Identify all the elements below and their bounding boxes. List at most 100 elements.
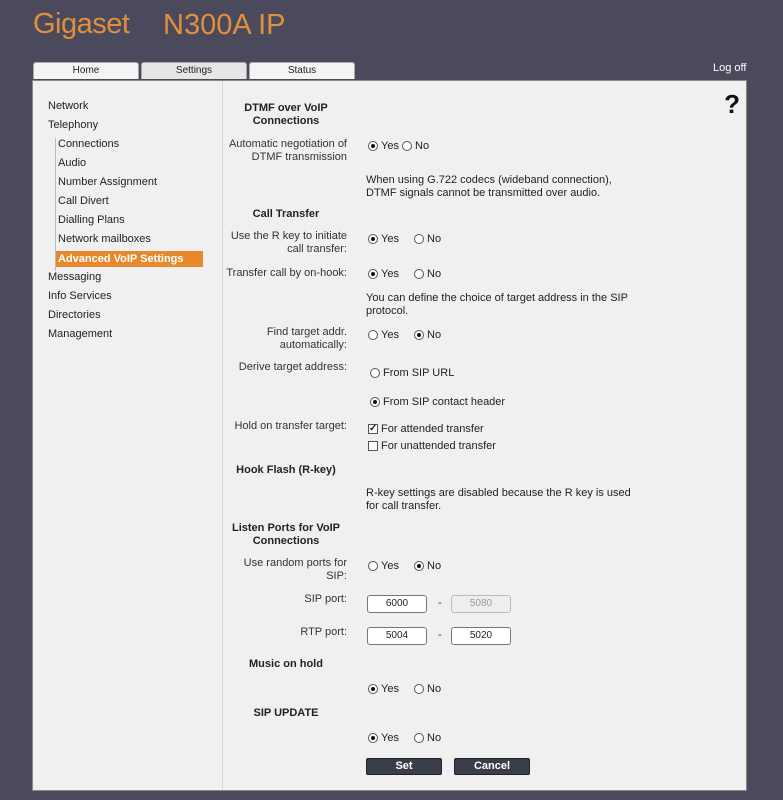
dtmf-note: When using G.722 codecs (wideband connec… <box>366 174 636 200</box>
call-transfer-note: You can define the choice of target addr… <box>366 292 636 318</box>
label-on-hook: Transfer call by on-hook: <box>226 267 347 279</box>
radio-random-ports-no[interactable]: No <box>414 560 441 572</box>
sidebar-subitem-label: Advanced VoIP Settings <box>56 251 203 267</box>
option-label: No <box>427 560 442 572</box>
label-find-target: Find target addr. automatically: <box>223 326 347 352</box>
brand-name: Gigaset <box>33 8 130 40</box>
radio-dtmf-yes[interactable]: Yes <box>368 140 399 152</box>
label-sip-port: SIP port: <box>304 593 347 605</box>
label-line: Use random ports for <box>243 557 347 569</box>
option-label: Yes <box>381 732 399 744</box>
checkbox-attended-transfer[interactable]: ✓ For attended transfer <box>368 423 484 435</box>
label-line: Find target addr. <box>266 326 347 338</box>
radio-selected-icon <box>368 684 378 694</box>
section-title-line: Listen Ports for VoIP <box>232 522 340 534</box>
radio-selected-icon <box>370 397 380 407</box>
sidebar-item-messaging[interactable]: Messaging <box>48 271 101 283</box>
radio-selected-icon <box>368 141 378 151</box>
sidebar-subitem-number-assignment[interactable]: Number Assignment <box>55 176 205 195</box>
radio-r-key-yes[interactable]: Yes <box>368 233 399 245</box>
section-title-line: Connections <box>252 535 320 547</box>
tab-settings[interactable]: Settings <box>141 62 247 79</box>
label-r-key: Use the R key to initiate call transfer: <box>223 230 347 256</box>
label-hold-transfer: Hold on transfer target: <box>234 420 347 432</box>
sip-port-to-input[interactable] <box>451 595 511 613</box>
sidebar-subitem-dialling-plans[interactable]: Dialling Plans <box>55 214 205 233</box>
radio-selected-icon <box>368 733 378 743</box>
section-title-sip-update: SIP UPDATE <box>253 707 319 719</box>
option-label: Yes <box>381 233 399 245</box>
option-label: Yes <box>381 140 399 152</box>
section-title-line: DTMF over VoIP <box>244 102 328 114</box>
sidebar: Network Telephony Connections Audio Numb… <box>33 81 223 790</box>
label-line: DTMF transmission <box>251 151 347 163</box>
radio-selected-icon <box>368 234 378 244</box>
sidebar-item-info-services[interactable]: Info Services <box>48 290 112 302</box>
radio-selected-icon <box>414 330 424 340</box>
note-line: R-key settings are disabled because the … <box>366 487 631 499</box>
label-line: call transfer: <box>287 243 347 255</box>
option-label: For attended transfer <box>381 423 484 435</box>
set-button[interactable]: Set <box>366 758 442 775</box>
sidebar-subitem-network-mailboxes[interactable]: Network mailboxes <box>55 233 205 252</box>
note-line: protocol. <box>366 305 409 317</box>
note-line: DTMF signals cannot be transmitted over … <box>366 187 601 199</box>
radio-icon <box>402 141 412 151</box>
option-label: For unattended transfer <box>381 440 496 452</box>
tab-home[interactable]: Home <box>33 62 139 79</box>
radio-from-sip-url[interactable]: From SIP URL <box>370 367 454 379</box>
section-title-music-on-hold: Music on hold <box>249 658 323 670</box>
label-line: Automatic negotiation of <box>228 138 347 150</box>
radio-sip-update-yes[interactable]: Yes <box>368 732 399 744</box>
radio-find-target-no[interactable]: No <box>414 329 441 341</box>
sidebar-subitem-call-divert[interactable]: Call Divert <box>55 195 205 214</box>
sidebar-item-telephony[interactable]: Telephony <box>48 119 98 131</box>
tab-status[interactable]: Status <box>249 62 355 79</box>
radio-dtmf-no[interactable]: No <box>402 140 429 152</box>
cancel-button[interactable]: Cancel <box>454 758 530 775</box>
radio-r-key-no[interactable]: No <box>414 233 441 245</box>
model-name: N300A IP <box>163 9 286 41</box>
note-line: You can define the choice of target addr… <box>366 292 628 304</box>
radio-on-hook-yes[interactable]: Yes <box>368 268 399 280</box>
option-label: No <box>427 233 442 245</box>
label-rtp-port: RTP port: <box>300 626 347 638</box>
port-range-dash: - <box>438 597 442 609</box>
sidebar-subitem-connections[interactable]: Connections <box>55 138 205 157</box>
sip-port-from-input[interactable] <box>367 595 427 613</box>
section-title-line: Connections <box>252 115 320 127</box>
radio-icon <box>368 330 378 340</box>
label-line: Use the R key to initiate <box>230 230 347 242</box>
radio-icon <box>368 561 378 571</box>
option-label: Yes <box>381 683 399 695</box>
option-label: No <box>427 683 442 695</box>
section-title-hook-flash: Hook Flash (R-key) <box>236 464 336 476</box>
main-panel: ? Network Telephony Connections Audio Nu… <box>32 80 747 791</box>
sidebar-item-directories[interactable]: Directories <box>48 309 101 321</box>
label-random-ports: Use random ports for SIP: <box>223 557 347 583</box>
logoff-link[interactable]: Log off <box>713 62 746 74</box>
radio-random-ports-yes[interactable]: Yes <box>368 560 399 572</box>
section-title-listen-ports: Listen Ports for VoIP Connections <box>223 522 349 548</box>
radio-on-hook-no[interactable]: No <box>414 268 441 280</box>
label-derive-target: Derive target address: <box>238 361 347 373</box>
sidebar-item-network[interactable]: Network <box>48 100 88 112</box>
option-label: No <box>415 140 430 152</box>
radio-music-yes[interactable]: Yes <box>368 683 399 695</box>
radio-sip-update-no[interactable]: No <box>414 732 441 744</box>
sidebar-subitem-label: Audio <box>58 157 87 169</box>
radio-icon <box>370 368 380 378</box>
radio-find-target-yes[interactable]: Yes <box>368 329 399 341</box>
rtp-port-to-input[interactable] <box>451 627 511 645</box>
option-label: Yes <box>381 329 399 341</box>
sidebar-subitem-audio[interactable]: Audio <box>55 157 205 176</box>
help-icon[interactable]: ? <box>724 89 740 120</box>
radio-music-no[interactable]: No <box>414 683 441 695</box>
radio-from-sip-contact[interactable]: From SIP contact header <box>370 396 505 408</box>
sidebar-item-management[interactable]: Management <box>48 328 112 340</box>
checkbox-unattended-transfer[interactable]: For unattended transfer <box>368 440 496 452</box>
rtp-port-from-input[interactable] <box>367 627 427 645</box>
sidebar-subitem-advanced-voip[interactable]: Advanced VoIP Settings <box>55 251 205 271</box>
label-line: SIP: <box>326 570 347 582</box>
sidebar-subitem-label: Dialling Plans <box>58 214 125 226</box>
